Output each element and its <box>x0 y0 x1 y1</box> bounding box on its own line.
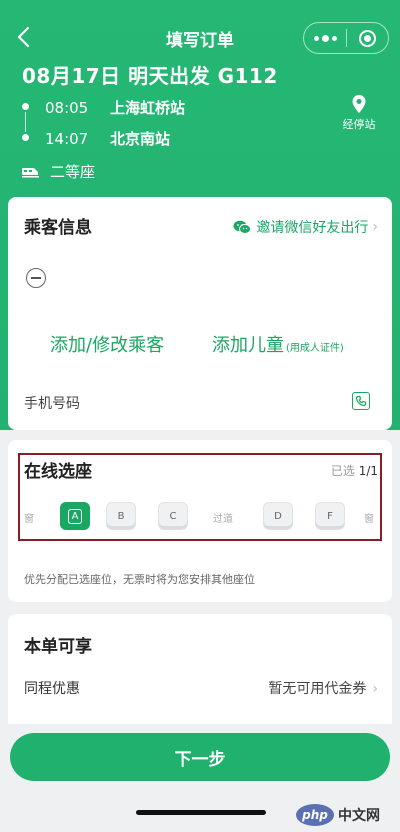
seat-c[interactable]: C <box>158 502 188 530</box>
seat-b[interactable]: B <box>106 502 136 530</box>
benefits-title: 本单可享 <box>24 637 92 657</box>
location-pin-icon <box>352 95 366 113</box>
seat-d[interactable]: D <box>263 502 293 530</box>
passenger-section-title: 乘客信息 <box>24 218 92 238</box>
trip-title: 08月17日 明天出发 G112 <box>22 64 278 88</box>
stops-button[interactable]: 经停站 <box>337 94 381 132</box>
php-logo: php <box>296 804 334 826</box>
selected-count-value: 1/1 <box>358 464 378 478</box>
departure-time: 08:05 <box>45 99 89 117</box>
seat-a-label: A <box>67 508 83 524</box>
order-page: 填写订单 08月17日 明天出发 G112 08:05 上海虹桥站 14:07 北京… <box>0 0 400 832</box>
benefits-card: 本单可享 同程优惠 暂无可用代金券 › <box>8 614 392 724</box>
seat-row: 窗 A B C 过道 D F 窗 <box>8 500 392 536</box>
aisle-label: 过道 <box>213 514 233 525</box>
window-label-left: 窗 <box>24 514 34 525</box>
chevron-right-icon: › <box>372 219 378 235</box>
arrival-time: 14:07 <box>45 130 89 148</box>
arrival-station: 北京南站 <box>110 130 171 148</box>
remove-passenger-icon[interactable] <box>26 268 46 288</box>
add-child-button[interactable]: 添加儿童 (用成人证件) <box>212 331 344 357</box>
next-step-button[interactable]: 下一步 <box>10 733 390 781</box>
coupon-value-text: 暂无可用代金券 <box>268 681 367 697</box>
seat-selection-title: 在线选座 <box>24 462 92 482</box>
coupon-row-value: 暂无可用代金券 › <box>268 678 378 698</box>
seat-class-label: 二等座 <box>50 163 96 181</box>
watermark-text: 中文网 <box>338 808 380 824</box>
phone-icon <box>355 395 367 407</box>
nav-bar: 填写订单 <box>0 18 400 58</box>
seat-f[interactable]: F <box>315 502 345 530</box>
add-edit-passenger-button[interactable]: 添加/修改乘客 <box>50 331 164 357</box>
seat-a[interactable]: A <box>60 502 90 530</box>
passenger-card: 乘客信息 邀请微信好友出行 › 添加/修改乘客 添加儿童 (用成人证件) 手机号码 <box>8 197 392 430</box>
seat-selection-card: 在线选座 已选 1/1 窗 A B C 过道 D F 窗 优先分配已选座位，无票… <box>8 440 392 602</box>
route-line <box>25 112 26 132</box>
arrival-stop: 14:07 北京南站 <box>45 128 170 149</box>
arrival-dot <box>22 134 29 141</box>
wechat-icon <box>233 220 252 234</box>
window-label-right: 窗 <box>364 514 374 525</box>
chevron-right-icon: › <box>372 681 378 697</box>
invite-label: 邀请微信好友出行 <box>256 220 369 236</box>
departure-stop: 08:05 上海虹桥站 <box>45 97 185 118</box>
phone-contact-icon[interactable] <box>352 392 370 410</box>
add-child-note: (用成人证件) <box>286 343 344 354</box>
selected-prefix: 已选 <box>330 464 359 478</box>
invite-wechat-friends-link[interactable]: 邀请微信好友出行 › <box>233 217 378 237</box>
coupon-row[interactable]: 同程优惠 暂无可用代金券 › <box>24 678 378 698</box>
selected-count: 已选 1/1 <box>331 462 378 479</box>
more-icon[interactable] <box>304 23 346 53</box>
seat-class: 二等座 <box>22 161 95 182</box>
phone-number-label: 手机号码 <box>24 396 80 412</box>
route-timeline <box>22 98 30 148</box>
train-icon <box>22 167 39 177</box>
add-child-label: 添加儿童 <box>212 335 284 356</box>
home-indicator <box>136 810 266 815</box>
close-mini-program-icon[interactable] <box>347 23 388 53</box>
departure-dot <box>22 103 29 110</box>
stops-label: 经停站 <box>342 118 376 131</box>
coupon-row-label: 同程优惠 <box>24 681 80 697</box>
departure-station: 上海虹桥站 <box>110 99 186 117</box>
watermark: php 中文网 <box>296 804 380 826</box>
mini-program-capsule <box>303 22 389 54</box>
seat-note: 优先分配已选座位，无票时将为您安排其他座位 <box>24 573 255 586</box>
